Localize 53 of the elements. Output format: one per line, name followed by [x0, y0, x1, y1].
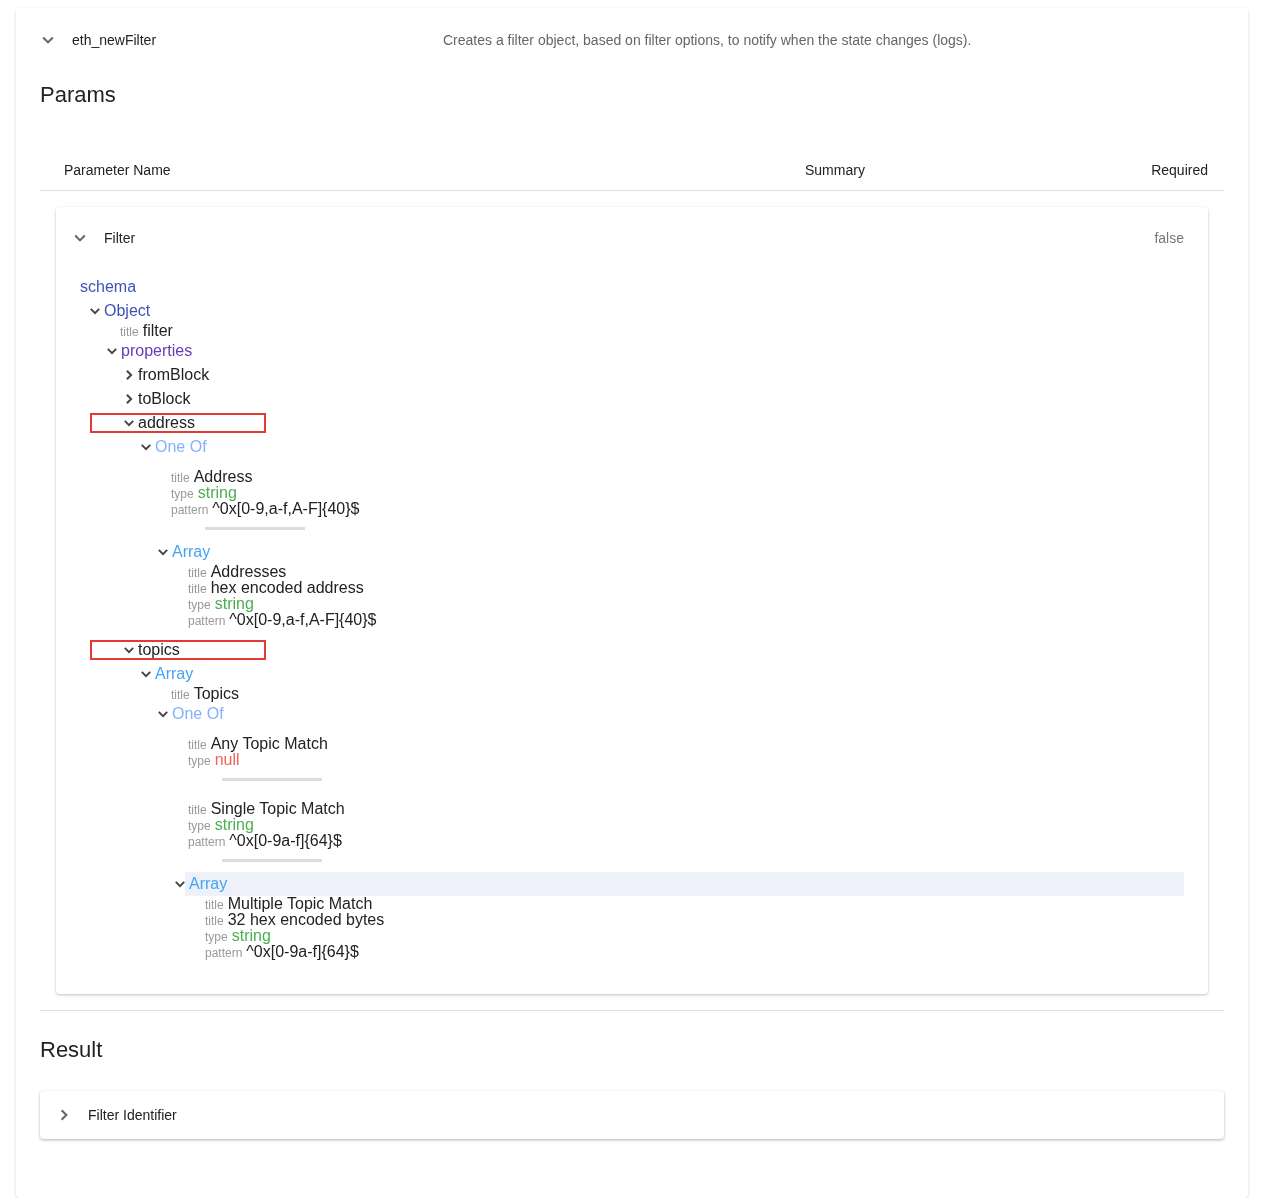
field-value: ^0x[0-9a-f]{64}$ [246, 944, 359, 960]
section-heading: Params [40, 81, 117, 109]
field-key: title [171, 470, 190, 486]
schema-node-label[interactable]: address [137, 411, 195, 435]
schema-node-label[interactable]: properties [120, 339, 193, 363]
field-key: type [171, 486, 194, 502]
schema-node-label[interactable]: fromBlock [137, 363, 210, 387]
field-value: hex encoded address [210, 580, 364, 596]
field-value: string [214, 596, 254, 612]
field-value: Addresses [210, 564, 287, 580]
field-value: Address [193, 469, 253, 485]
field-value: string [214, 817, 254, 833]
field-key: type [188, 818, 211, 834]
field-key: title [188, 581, 207, 597]
column-header: Parameter Name [64, 162, 172, 180]
field-value: null [214, 752, 240, 768]
field-key: pattern [171, 502, 209, 518]
field-value: 32 hex encoded bytes [227, 912, 385, 928]
method-summary: Creates a filter object, based on filter options, to notify when the state changes (logs). [443, 32, 972, 48]
field-value: string [197, 485, 237, 501]
field-key: title [205, 897, 224, 913]
field-value: Multiple Topic Match [227, 896, 373, 912]
field-key: pattern [188, 613, 226, 629]
field-value: string [231, 928, 271, 944]
field-key: title [188, 565, 207, 581]
required-value: false [1154, 230, 1184, 246]
schema-heading: schema [80, 277, 138, 297]
field-key: type [188, 597, 211, 613]
field-value: Any Topic Match [210, 736, 328, 752]
field-key: title [205, 913, 224, 929]
field-key: pattern [188, 834, 226, 850]
field-value: filter [142, 323, 173, 339]
schema-node-label[interactable]: topics [137, 638, 180, 662]
field-key: title [188, 737, 207, 753]
field-key: pattern [205, 945, 243, 961]
field-value: ^0x[0-9a-f]{64}$ [229, 833, 342, 849]
section-heading: Result [40, 1036, 104, 1064]
result-name: Filter Identifier [88, 1107, 178, 1123]
field-key: type [205, 929, 228, 945]
field-value: Single Topic Match [210, 801, 345, 817]
field-key: type [188, 753, 211, 769]
field-key: title [120, 324, 139, 340]
method-name: eth_newFilter [72, 32, 158, 48]
field-value: ^0x[0-9,a-f,A-F]{40}$ [212, 501, 360, 517]
parameter-name: Filter [104, 230, 137, 246]
field-value: Topics [193, 686, 240, 702]
field-key: title [188, 802, 207, 818]
column-header: Summary [805, 162, 866, 180]
field-value: ^0x[0-9,a-f,A-F]{40}$ [229, 612, 377, 628]
field-key: title [171, 687, 190, 703]
schema-node-label[interactable]: Object [103, 299, 151, 323]
schema-node-label[interactable]: toBlock [137, 387, 191, 411]
column-header: Required [1151, 162, 1208, 180]
